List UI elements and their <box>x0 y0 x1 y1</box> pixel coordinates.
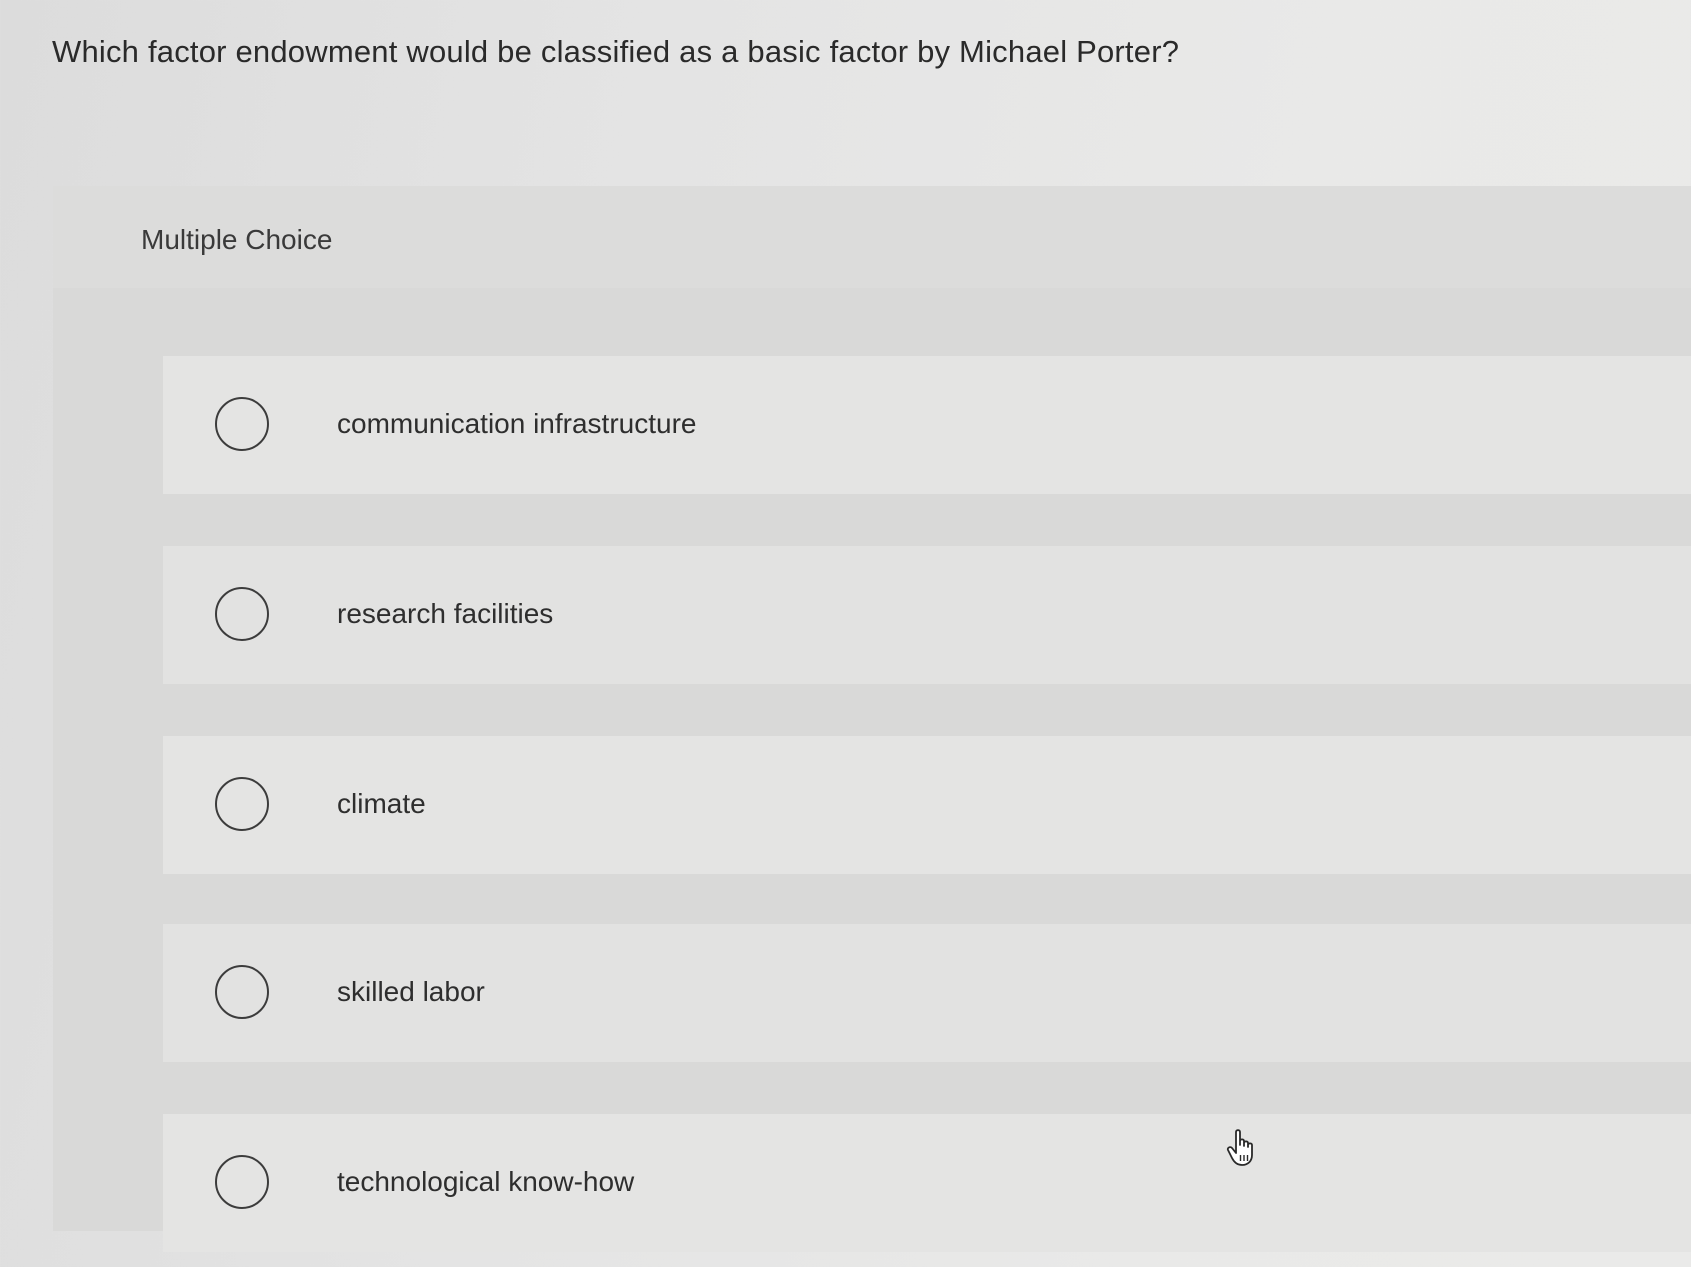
answer-option[interactable]: technological know-how <box>163 1114 1691 1252</box>
radio-button[interactable] <box>215 397 269 451</box>
answer-option-label: skilled labor <box>337 976 485 1007</box>
panel-header: Multiple Choice <box>53 186 1691 288</box>
radio-button[interactable] <box>215 587 269 641</box>
answer-option[interactable]: skilled labor <box>163 924 1691 1062</box>
radio-button[interactable] <box>215 1155 269 1209</box>
answer-option-label: technological know-how <box>337 1166 635 1197</box>
hand-pointer-icon <box>1226 1129 1253 1166</box>
multiple-choice-panel: Multiple Choice communication infrastruc… <box>53 186 1691 1252</box>
radio-button[interactable] <box>215 965 269 1019</box>
radio-button[interactable] <box>215 777 269 831</box>
answer-option-label: climate <box>337 788 426 819</box>
answer-option-label: research facilities <box>337 598 554 629</box>
answer-option[interactable]: climate <box>163 736 1691 874</box>
answer-option[interactable]: communication infrastructure <box>163 356 1691 494</box>
question-type-label: Multiple Choice <box>141 224 333 255</box>
question-text: Which factor endowment would be classifi… <box>52 34 1180 69</box>
answer-option[interactable]: research facilities <box>163 546 1691 684</box>
answer-option-label: communication infrastructure <box>337 408 697 439</box>
